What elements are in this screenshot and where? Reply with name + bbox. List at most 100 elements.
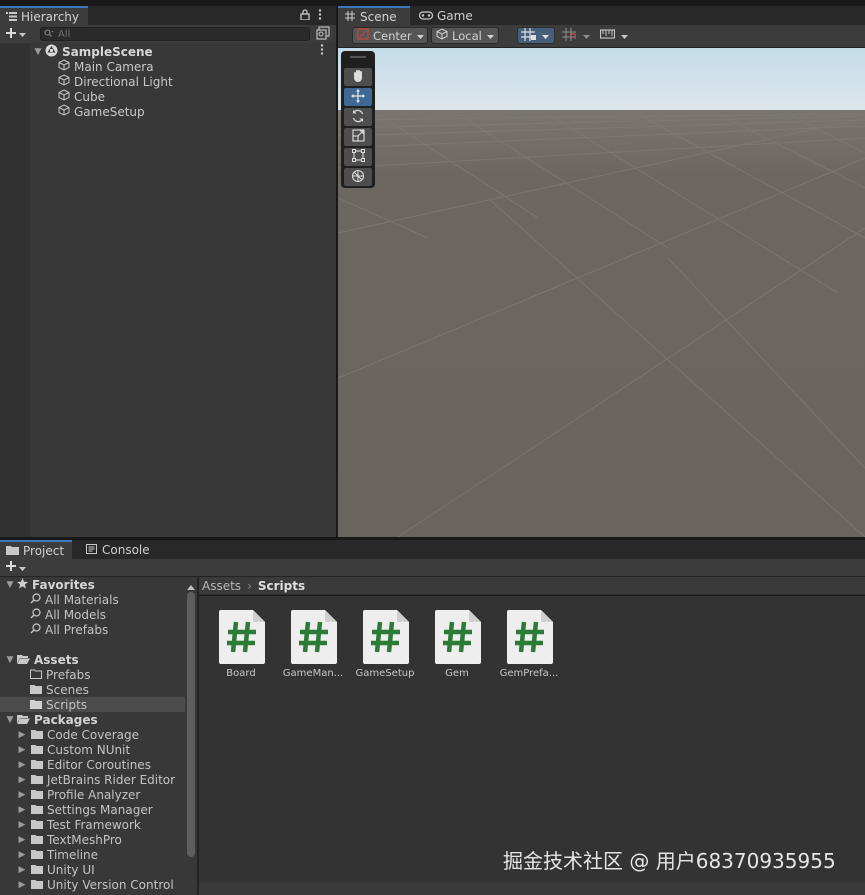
collapse-arrow-icon[interactable]: ▶ xyxy=(16,760,28,770)
increment-snap-dropdown[interactable] xyxy=(558,27,592,44)
dropdown-arrow-icon xyxy=(19,27,26,41)
tree-item-label: All Materials xyxy=(45,592,119,607)
hierarchy-item-cube[interactable]: Cube xyxy=(58,89,105,104)
expand-arrow-icon[interactable]: ▼ xyxy=(4,580,16,590)
collapse-arrow-icon[interactable]: ▶ xyxy=(16,850,28,860)
tree-package-item[interactable]: ▶ Unity Version Control xyxy=(16,877,174,892)
tree-package-item[interactable]: ▶ Timeline xyxy=(16,847,99,862)
collapse-arrow-icon[interactable]: ▶ xyxy=(16,805,28,815)
project-tree-scroll-thumb[interactable] xyxy=(187,592,195,857)
asset-script-gamesetup[interactable]: GameSetup xyxy=(343,610,415,690)
tree-package-item[interactable]: ▶ Editor Coroutines xyxy=(16,757,151,772)
hierarchy-scene-row[interactable]: ▼ SampleScene xyxy=(32,44,153,59)
tree-package-item[interactable]: ▶ Profile Analyzer xyxy=(16,787,141,802)
tree-folder-prefabs[interactable]: Prefabs xyxy=(30,667,91,682)
gameobject-cube-icon xyxy=(58,59,70,74)
tree-packages[interactable]: ▼ Packages xyxy=(4,712,98,727)
tree-all-prefabs[interactable]: All Prefabs xyxy=(30,622,108,637)
collapse-arrow-icon[interactable]: ▶ xyxy=(16,835,28,845)
tree-all-materials[interactable]: All Materials xyxy=(30,592,119,607)
hierarchy-item-label: GameSetup xyxy=(74,104,145,119)
tree-item-label: Scripts xyxy=(46,697,88,712)
expand-arrow-icon[interactable]: ▼ xyxy=(32,47,44,57)
hierarchy-search-input[interactable] xyxy=(54,28,288,40)
tree-package-item[interactable]: ▶ Unity UI xyxy=(16,862,95,877)
scene-kebab-menu-icon[interactable] xyxy=(320,44,324,58)
hierarchy-item-label: Cube xyxy=(74,89,105,104)
collapse-arrow-icon[interactable]: ▶ xyxy=(16,865,28,875)
asset-script-board[interactable]: Board xyxy=(199,610,271,690)
search-icon xyxy=(30,607,41,622)
hierarchy-tab-actions xyxy=(300,8,336,24)
folder-outline-icon xyxy=(30,668,42,682)
tree-folder-scenes[interactable]: Scenes xyxy=(30,682,89,697)
dropdown-arrow-icon xyxy=(19,561,26,575)
hierarchy-item-directional-light[interactable]: Directional Light xyxy=(58,74,173,89)
tree-all-models[interactable]: All Models xyxy=(30,607,106,622)
rotate-tool-button[interactable] xyxy=(344,108,372,126)
collapse-arrow-icon[interactable]: ▶ xyxy=(16,745,28,755)
tree-favorites[interactable]: ▼ Favorites xyxy=(4,577,95,592)
collapse-arrow-icon[interactable]: ▶ xyxy=(16,790,28,800)
search-icon xyxy=(30,622,41,637)
hand-tool-button[interactable] xyxy=(344,68,372,86)
view-options-dropdown[interactable] xyxy=(596,27,630,44)
open-folder-icon xyxy=(17,653,30,667)
tree-assets[interactable]: ▼ Assets xyxy=(4,652,79,667)
hierarchy-item-gamesetup[interactable]: GameSetup xyxy=(58,104,145,119)
hierarchy-add-button[interactable] xyxy=(5,25,26,43)
breadcrumb-scripts[interactable]: Scripts xyxy=(258,579,305,593)
dropdown-arrow-icon xyxy=(583,29,590,43)
tree-item-label: Prefabs xyxy=(46,667,91,682)
kebab-menu-icon[interactable] xyxy=(318,9,322,23)
tree-package-item[interactable]: ▶ Settings Manager xyxy=(16,802,153,817)
folder-icon xyxy=(31,833,43,847)
hierarchy-item-main-camera[interactable]: Main Camera xyxy=(58,59,154,74)
tree-item-label: Editor Coroutines xyxy=(47,757,151,772)
pivot-mode-label: Center xyxy=(373,28,412,43)
overlay-drag-handle[interactable] xyxy=(350,56,366,58)
star-icon xyxy=(17,577,28,592)
tab-console[interactable]: Console xyxy=(82,540,162,559)
scene-name: SampleScene xyxy=(62,44,153,59)
move-tool-button[interactable] xyxy=(344,88,372,106)
pivot-mode-dropdown[interactable]: Center xyxy=(352,27,428,44)
gameobject-cube-icon xyxy=(58,89,70,104)
ruler-icon xyxy=(599,28,616,43)
watermark-text: 掘金技术社区 @ 用户68370935955 xyxy=(503,849,836,873)
hierarchy-search-box[interactable] xyxy=(40,27,310,41)
grid-snapping-toggle[interactable] xyxy=(517,27,555,44)
breadcrumb-assets[interactable]: Assets xyxy=(202,579,241,593)
tree-item-label: Scenes xyxy=(46,682,89,697)
rect-tool-button[interactable] xyxy=(344,148,372,166)
collapse-arrow-icon[interactable]: ▶ xyxy=(16,775,28,785)
expand-arrow-icon[interactable]: ▼ xyxy=(4,655,16,665)
lock-icon[interactable] xyxy=(300,9,310,23)
collapse-arrow-icon[interactable]: ▶ xyxy=(16,880,28,890)
scroll-up-arrow-icon[interactable] xyxy=(187,580,195,594)
collapse-arrow-icon[interactable]: ▶ xyxy=(16,730,28,740)
tree-package-item[interactable]: ▶ TextMeshPro xyxy=(16,832,122,847)
tree-package-item[interactable]: ▶ Custom NUnit xyxy=(16,742,131,757)
asset-script-gem[interactable]: Gem xyxy=(415,610,487,690)
tree-package-item[interactable]: ▶ Code Coverage xyxy=(16,727,140,742)
scale-tool-button[interactable] xyxy=(344,128,372,146)
scene-viewport[interactable] xyxy=(338,48,865,537)
collapse-arrow-icon[interactable]: ▶ xyxy=(16,820,28,830)
pivot-rotation-dropdown[interactable]: Local xyxy=(431,27,499,44)
expand-arrow-icon[interactable]: ▼ xyxy=(4,715,16,725)
tab-project[interactable]: Project xyxy=(0,540,72,559)
asset-script-gemprefab[interactable]: GemPrefa... xyxy=(487,610,559,690)
tree-folder-scripts[interactable]: Scripts xyxy=(0,697,185,712)
transform-tool-button[interactable] xyxy=(344,168,372,186)
tree-favorites-label: Favorites xyxy=(32,577,95,592)
tree-package-item[interactable]: ▶ JetBrains Rider Editor xyxy=(16,772,176,787)
asset-script-gamemanager[interactable]: GameMan... xyxy=(271,610,343,690)
project-add-button[interactable] xyxy=(5,559,26,576)
tab-hierarchy[interactable]: Hierarchy xyxy=(0,6,88,25)
folder-icon xyxy=(31,848,43,862)
hierarchy-search-window-button[interactable] xyxy=(316,26,332,42)
tab-game[interactable]: Game xyxy=(413,6,477,25)
tree-package-item[interactable]: ▶ Test Framework xyxy=(16,817,141,832)
tab-scene[interactable]: Scene xyxy=(338,6,410,25)
